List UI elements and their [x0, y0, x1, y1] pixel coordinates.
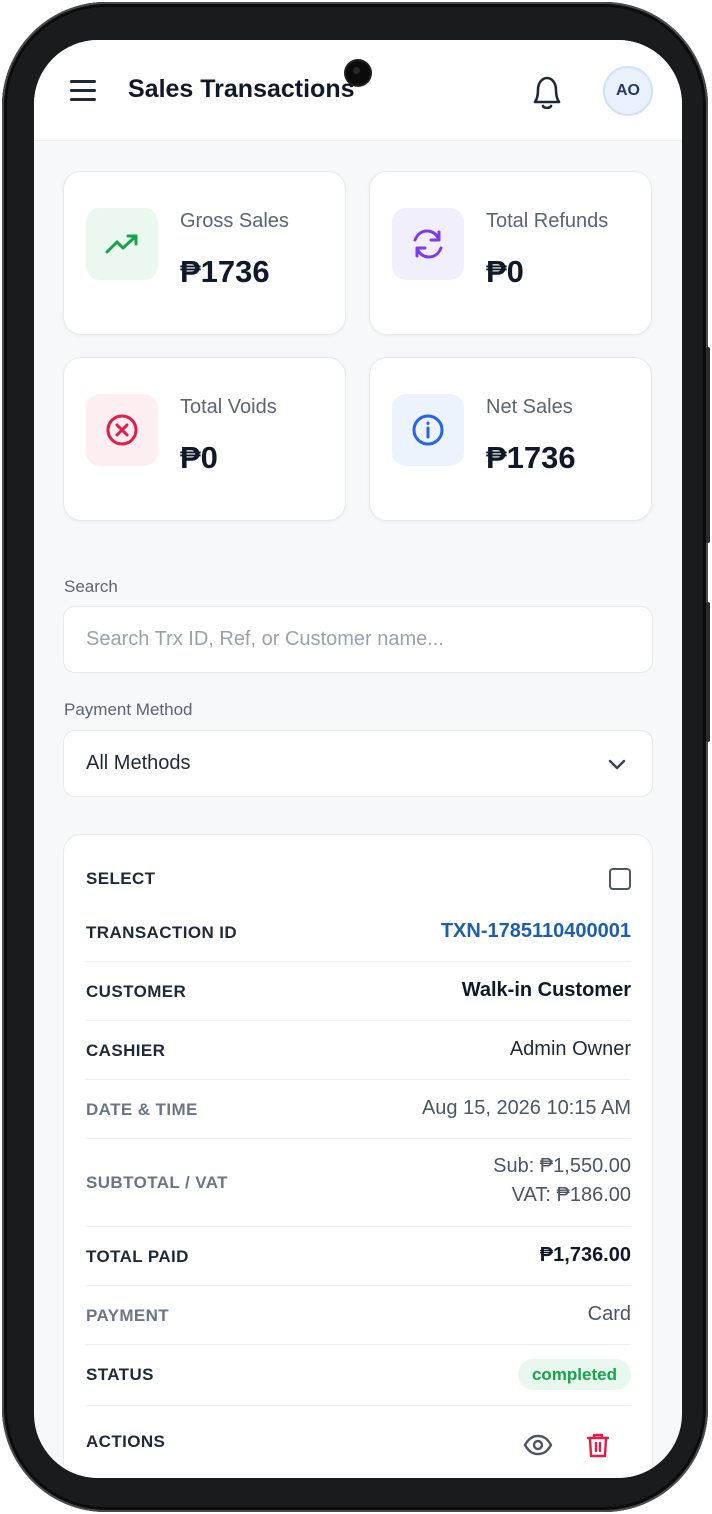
- search-label: Search: [64, 577, 118, 596]
- row-cashier: CASHIER Admin Owner: [86, 1021, 631, 1080]
- stat-value: ₱1736: [486, 440, 576, 475]
- stat-card-total-refunds: Total Refunds ₱0: [369, 171, 652, 335]
- search-input[interactable]: [64, 607, 652, 672]
- customer-value: Walk-in Customer: [461, 979, 631, 1001]
- app-screen: Sales Transactions AO Gross Sales ₱1736: [34, 40, 682, 1478]
- volume-button: [706, 602, 710, 742]
- transaction-id-label: TRANSACTION ID: [86, 923, 238, 942]
- total-paid-label: TOTAL PAID: [86, 1247, 189, 1266]
- payment-method-select[interactable]: All Methods: [63, 730, 653, 797]
- customer-label: CUSTOMER: [86, 982, 187, 1001]
- phone-frame: Sales Transactions AO Gross Sales ₱1736: [2, 2, 710, 1512]
- stat-label: Net Sales: [486, 396, 573, 418]
- cashier-value: Admin Owner: [509, 1038, 631, 1060]
- stat-card-net-sales: Net Sales ₱1736: [369, 357, 652, 521]
- power-button: [706, 347, 710, 543]
- stat-card-gross-sales: Gross Sales ₱1736: [63, 171, 346, 335]
- row-total-paid: TOTAL PAID ₱1,736.00: [86, 1227, 631, 1286]
- row-subtotal-vat: SUBTOTAL / VAT Sub: ₱1,550.00 VAT: ₱186.…: [86, 1139, 631, 1227]
- row-date-time: DATE & TIME Aug 15, 2026 10:15 AM: [86, 1080, 631, 1139]
- row-transaction-id: TRANSACTION ID TXN-1785110400001: [86, 903, 631, 962]
- vat-value: VAT: ₱186.00: [511, 1184, 631, 1206]
- transaction-card: SELECT TRANSACTION ID TXN-1785110400001 …: [63, 834, 653, 1478]
- stat-value: ₱0: [486, 254, 524, 289]
- app-header: Sales Transactions AO: [34, 40, 682, 141]
- status-badge: completed: [517, 1359, 631, 1390]
- stat-value: ₱0: [180, 440, 218, 475]
- status-label: STATUS: [86, 1365, 154, 1384]
- payment-value: Card: [587, 1303, 631, 1325]
- row-select: SELECT: [86, 857, 631, 903]
- bell-icon[interactable]: [529, 72, 565, 112]
- row-payment: PAYMENT Card: [86, 1286, 631, 1345]
- stat-label: Gross Sales: [180, 210, 289, 232]
- actions-label: ACTIONS: [86, 1432, 166, 1451]
- subtotal-vat-label: SUBTOTAL / VAT: [86, 1173, 228, 1192]
- subtotal-value: Sub: ₱1,550.00: [493, 1155, 631, 1177]
- refresh-icon: [392, 208, 464, 280]
- date-time-value: Aug 15, 2026 10:15 AM: [421, 1097, 631, 1119]
- info-icon: [392, 394, 464, 466]
- x-circle-icon: [86, 394, 158, 466]
- stat-card-total-voids: Total Voids ₱0: [63, 357, 346, 521]
- row-customer: CUSTOMER Walk-in Customer: [86, 962, 631, 1021]
- front-camera: [346, 61, 370, 85]
- payment-method-label: Payment Method: [64, 700, 193, 719]
- chevron-down-icon: [606, 753, 628, 775]
- trending-up-icon: [86, 208, 158, 280]
- stat-label: Total Refunds: [486, 210, 609, 232]
- payment-label: PAYMENT: [86, 1306, 170, 1325]
- stat-label: Total Voids: [180, 396, 277, 418]
- total-paid-value: ₱1,736.00: [539, 1244, 631, 1266]
- hamburger-menu-icon[interactable]: [68, 78, 98, 104]
- trash-icon[interactable]: [581, 1428, 615, 1462]
- select-checkbox[interactable]: [609, 868, 631, 890]
- eye-icon[interactable]: [521, 1428, 555, 1462]
- transaction-id-link[interactable]: TXN-1785110400001: [441, 920, 631, 943]
- user-avatar[interactable]: AO: [603, 66, 653, 116]
- cashier-label: CASHIER: [86, 1041, 166, 1060]
- page-title: Sales Transactions: [128, 75, 355, 103]
- payment-method-value: All Methods: [86, 752, 191, 774]
- search-field[interactable]: [63, 606, 653, 673]
- stat-value: ₱1736: [180, 254, 270, 289]
- date-time-label: DATE & TIME: [86, 1100, 198, 1119]
- row-status: STATUS completed: [86, 1345, 631, 1406]
- row-actions: ACTIONS: [86, 1406, 631, 1476]
- select-label: SELECT: [86, 869, 156, 888]
